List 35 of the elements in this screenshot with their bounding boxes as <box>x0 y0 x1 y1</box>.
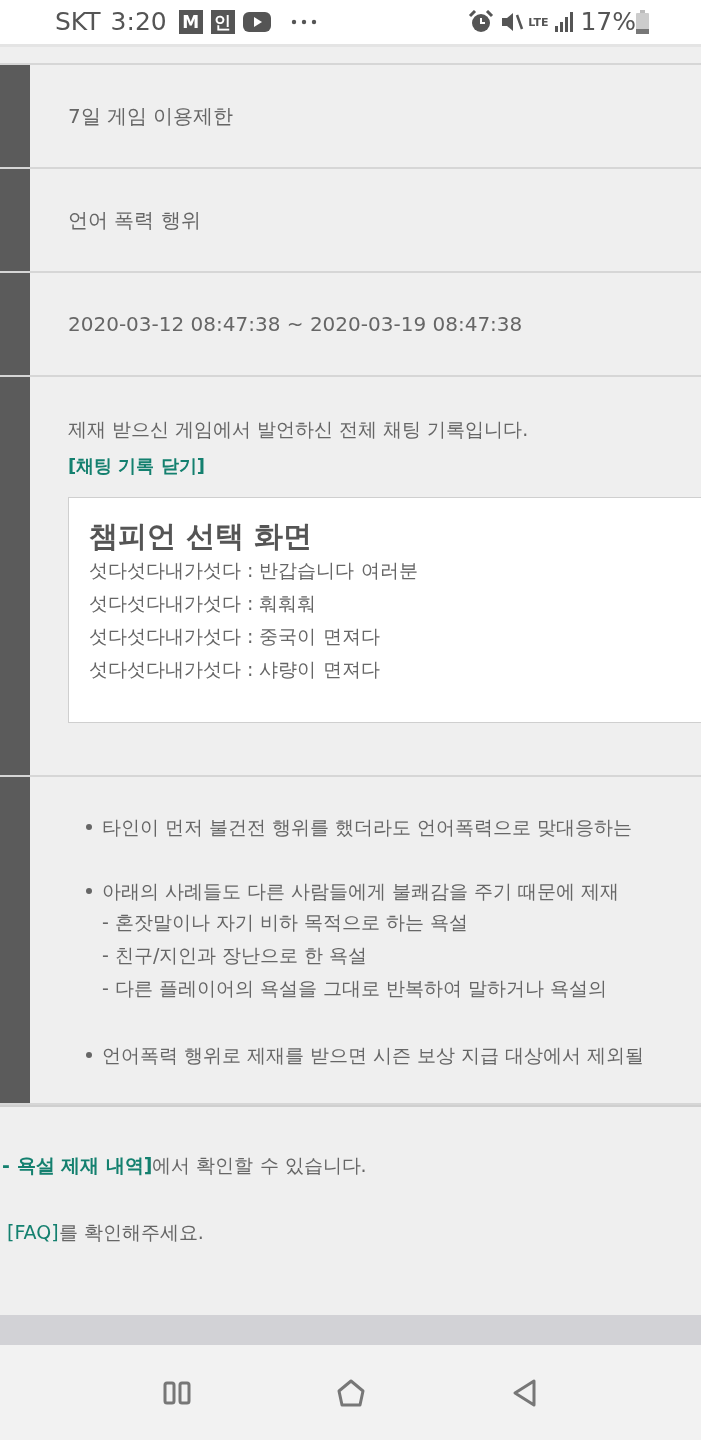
home-icon[interactable] <box>337 1378 366 1407</box>
close-chat-log-link[interactable]: [채팅 기록 닫기] <box>68 451 205 479</box>
chat-message: 섯다섯다내가섯다 : 반갑습니다 여러분 <box>89 557 419 583</box>
field-value: 7일 게임 이용제한 <box>68 103 234 130</box>
notification-badge: 인 <box>210 10 235 34</box>
mute-icon <box>500 11 525 33</box>
back-icon[interactable] <box>511 1378 538 1407</box>
notice-sub-item: - 다른 플레이어의 욕설을 그대로 반복하여 말하거나 욕설의 <box>101 975 609 1001</box>
chat-log-description: 제재 받으신 게임에서 발언하신 전체 채팅 기록입니다. <box>68 417 530 442</box>
notification-badge: M <box>178 10 203 34</box>
chat-message: 섯다섯다내가섯다 : 중국이 면져다 <box>89 623 381 649</box>
chat-log-title: 챔피언 선택 화면 <box>89 517 314 554</box>
field-value: 언어 폭력 행위 <box>68 207 201 234</box>
footer-link[interactable]: - 욕설 제재 내역] <box>2 1151 153 1180</box>
footer-link[interactable]: [FAQ] <box>7 1217 59 1246</box>
notice-text: 타인이 먼저 불건전 행위를 했더라도 언어폭력으로 맞대응하는 <box>102 814 633 840</box>
network-type: LTE <box>528 16 549 28</box>
notice-text: 아래의 사례들도 다른 사람들에게 불쾌감을 주기 때문에 제재 <box>102 879 620 904</box>
signal-icon <box>554 12 575 32</box>
carrier: SKT <box>55 6 101 39</box>
footer-text: 를 확인해주세요. <box>58 1219 204 1245</box>
more-icon <box>290 19 317 25</box>
field-value: 2020-03-12 08:47:38 ~ 2020-03-19 08:47:38 <box>68 311 523 338</box>
chat-message: 섯다섯다내가섯다 : 훠훠훠 <box>89 590 318 616</box>
alarm-icon <box>468 10 495 34</box>
recent-apps-icon[interactable] <box>163 1380 192 1405</box>
notice-text: 언어폭력 행위로 제재를 받으면 시즌 보상 지급 대상에서 제외될 <box>102 1042 645 1068</box>
battery-percent: 17% <box>580 6 636 39</box>
video-play-icon <box>242 12 271 32</box>
notice-sub-item: - 혼잣말이나 자기 비하 목적으로 하는 욕설 <box>101 909 470 935</box>
clock: 3:20 <box>110 6 167 39</box>
notice-sub-item: - 친구/지인과 장난으로 한 욕설 <box>101 942 369 968</box>
chat-message: 섯다섯다내가섯다 : 샤량이 면져다 <box>89 656 381 682</box>
battery-icon <box>636 10 649 34</box>
footer-text: 에서 확인할 수 있습니다. <box>152 1153 367 1178</box>
